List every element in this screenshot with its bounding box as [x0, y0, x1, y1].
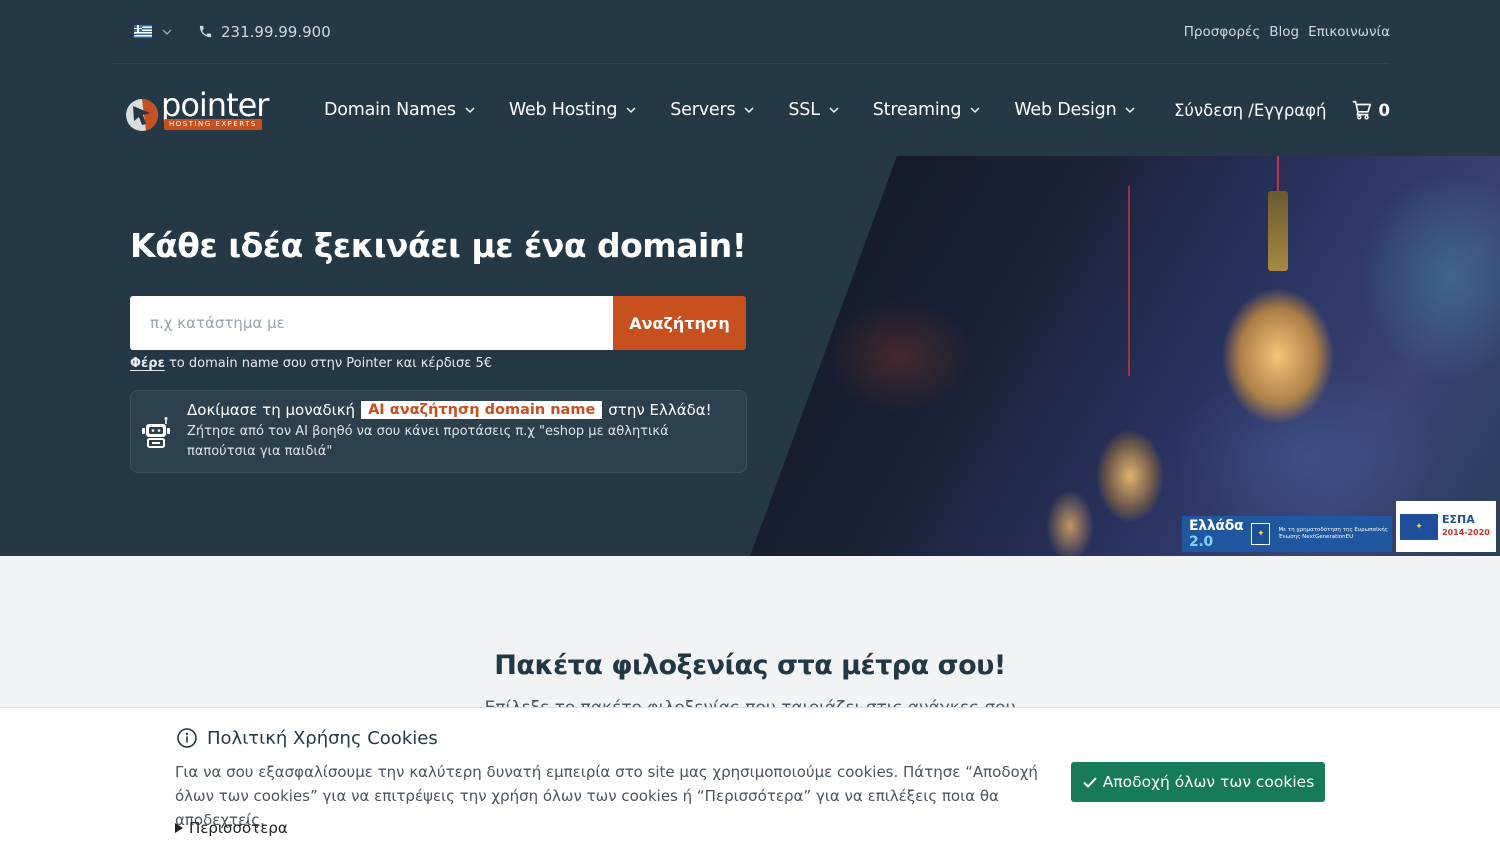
- greek-flag-icon: [134, 25, 152, 38]
- robot-icon: [142, 416, 170, 448]
- transfer-link[interactable]: Φέρε: [130, 356, 165, 371]
- pointer-logo[interactable]: pointer HOSTING EXPERTS: [124, 85, 274, 135]
- ai-promo-description: Ζήτησε από τον AI βοηθό να σου κάνει προ…: [187, 424, 669, 459]
- chevron-down-icon: [1125, 107, 1135, 113]
- greece20-title: Ελλάδα 2.0: [1189, 518, 1244, 550]
- phone-contact[interactable]: 231.99.99.900: [198, 23, 331, 41]
- check-icon: [1082, 777, 1097, 788]
- nav-domain-names[interactable]: Domain Names: [324, 100, 476, 120]
- top-link-contact[interactable]: Επικοινωνία: [1308, 24, 1390, 40]
- ai-promo-suffix: στην Ελλάδα!: [608, 401, 712, 419]
- chevron-down-icon: [162, 29, 172, 35]
- nav-label: Streaming: [872, 100, 962, 120]
- nav-label: Servers: [670, 100, 736, 120]
- domain-search-input[interactable]: [130, 296, 613, 350]
- bulb-socket: [1268, 191, 1288, 271]
- greece-2-0-banner[interactable]: Ελλάδα 2.0 ✦ Με τη χρηματοδότηση της Ευρ…: [1182, 516, 1392, 552]
- top-link-blog[interactable]: Blog: [1269, 24, 1299, 40]
- nav-label: Web Design: [1014, 100, 1117, 120]
- greece20-text: Με τη χρηματοδότηση της Ευρωπαϊκής Ένωση…: [1278, 527, 1388, 540]
- accept-label: Αποδοχή όλων των cookies: [1102, 773, 1315, 791]
- cookie-title: Πολιτική Χρήσης Cookies: [207, 727, 438, 749]
- transfer-text: το domain name σου στην Pointer και κέρδ…: [164, 356, 493, 371]
- nav-label: Web Hosting: [508, 100, 618, 120]
- espa-years: 2014-2020: [1442, 528, 1490, 537]
- nav-label: Domain Names: [324, 100, 456, 120]
- cookie-text: Για να σου εξασφαλίσουμε την καλύτερη δυ…: [175, 763, 1038, 829]
- chevron-down-icon: [744, 107, 754, 113]
- chevron-down-icon: [970, 107, 980, 113]
- cart-icon: [1352, 100, 1371, 120]
- language-selector[interactable]: [134, 25, 174, 39]
- phone-icon: [199, 25, 212, 38]
- main-nav: pointer HOSTING EXPERTS Domain Names Web…: [112, 64, 1390, 156]
- cart-button[interactable]: 0: [1351, 99, 1390, 121]
- chevron-down-icon: [465, 107, 475, 113]
- logo-tagline: HOSTING EXPERTS: [164, 119, 262, 130]
- nav-streaming[interactable]: Streaming: [873, 100, 982, 120]
- search-button[interactable]: Αναζήτηση: [613, 296, 746, 350]
- site-header: 231.99.99.900 Προσφορές Blog Επικοινωνία…: [0, 0, 1500, 156]
- ai-search-badge[interactable]: AI αναζήτηση domain name: [361, 401, 603, 419]
- cookie-more-label: Περισσότερα: [189, 819, 288, 837]
- info-icon: [177, 728, 197, 748]
- chevron-down-icon: [829, 107, 839, 113]
- top-link-offers[interactable]: Προσφορές: [1184, 24, 1261, 40]
- accept-all-cookies-button[interactable]: Αποδοχή όλων των cookies: [1071, 762, 1325, 802]
- cookie-consent-bar: Πολιτική Χρήσης Cookies Για να σου εξασφ…: [0, 707, 1500, 855]
- chevron-down-icon: [626, 107, 636, 113]
- phone-number: 231.99.99.900: [221, 22, 331, 41]
- ai-search-promo[interactable]: Δοκίμασε τη μοναδική AI αναζήτηση domain…: [130, 390, 747, 473]
- top-bar: 231.99.99.900 Προσφορές Blog Επικοινωνία: [112, 0, 1390, 64]
- cookie-more-toggle[interactable]: Περισσότερα: [175, 819, 288, 837]
- login-register-link[interactable]: Σύνδεση /Εγγραφή: [1174, 101, 1327, 120]
- cart-count: 0: [1378, 100, 1390, 120]
- nav-ssl[interactable]: SSL: [788, 100, 839, 120]
- logo-mark-icon: [126, 99, 158, 131]
- hosting-section-title: Πακέτα φιλοξενίας στα μέτρα σου!: [494, 650, 1006, 681]
- eu-flag-icon: ✦: [1251, 523, 1271, 545]
- hero-title: Κάθε ιδέα ξεκινάει με ένα domain!: [130, 226, 747, 265]
- eu-flag-icon: ✦: [1400, 513, 1438, 540]
- hero-image-lightbulbs: [750, 156, 1500, 556]
- domain-search-form: Αναζήτηση: [130, 296, 746, 350]
- nav-servers[interactable]: Servers: [670, 100, 755, 120]
- espa-banner[interactable]: ✦ ΕΣΠΑ 2014-2020: [1396, 501, 1496, 552]
- espa-title: ΕΣΠΑ: [1442, 513, 1475, 526]
- logo-wordmark: pointer: [161, 86, 269, 124]
- nav-web-design[interactable]: Web Design: [1014, 100, 1136, 120]
- transfer-promo: Φέρε το domain name σου στην Pointer και…: [130, 356, 750, 371]
- ai-promo-prefix: Δοκίμασε τη μοναδική: [187, 401, 356, 419]
- nav-web-hosting[interactable]: Web Hosting: [509, 100, 637, 120]
- nav-label: SSL: [788, 100, 820, 120]
- hero-section: Κάθε ιδέα ξεκινάει με ένα domain! Αναζήτ…: [0, 156, 1500, 556]
- caret-right-icon: [175, 823, 183, 833]
